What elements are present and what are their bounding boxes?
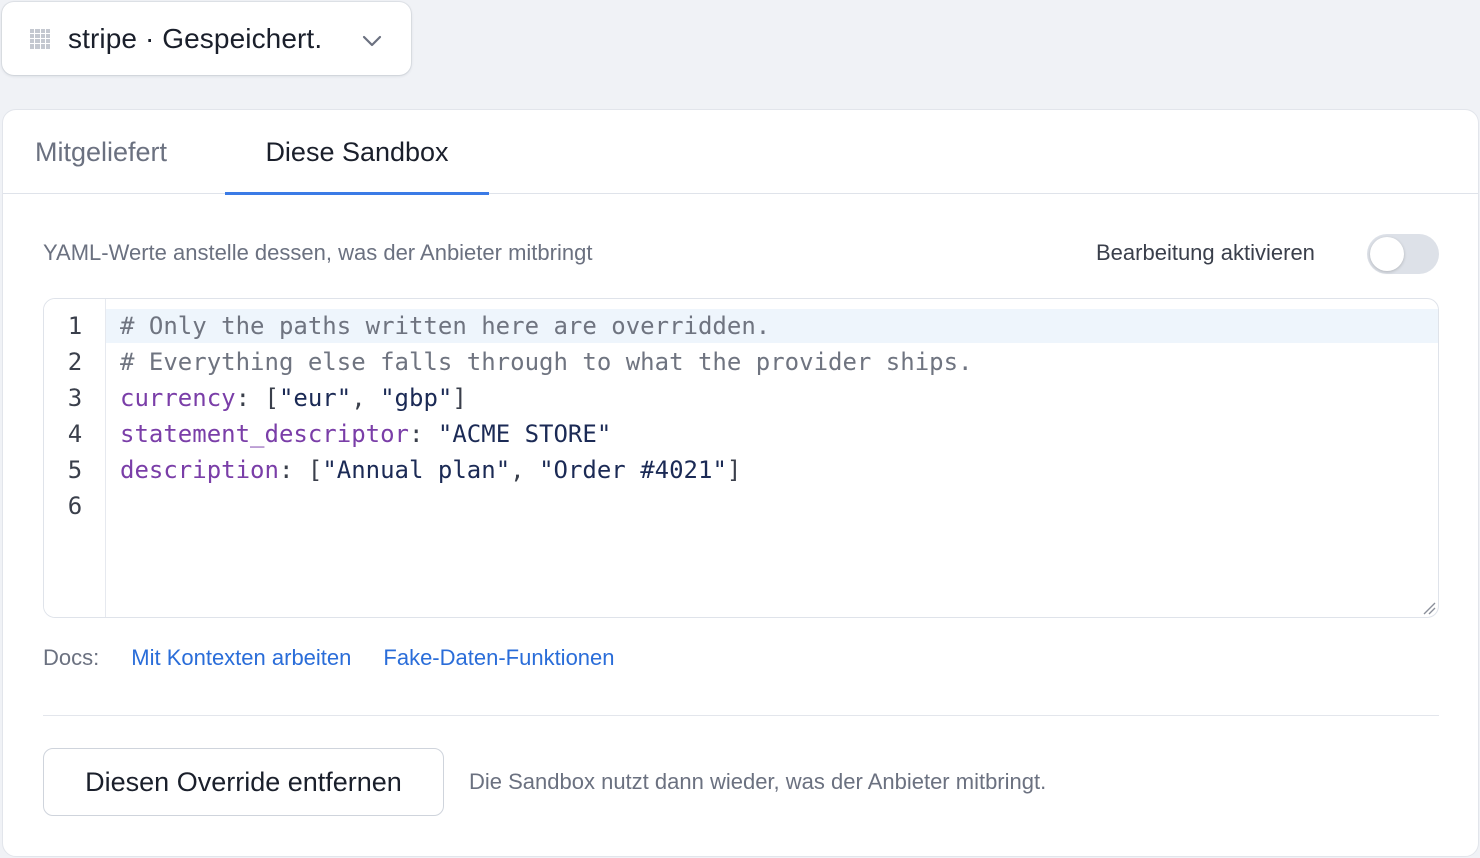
tab-bar: Mitgeliefert Diese Sandbox bbox=[3, 110, 1478, 195]
code-token-comment: # Only the paths written here are overri… bbox=[120, 312, 771, 340]
code-token-str: "gbp" bbox=[380, 384, 453, 412]
provider-selector[interactable]: stripe · Gespeichert. bbox=[2, 2, 411, 75]
divider bbox=[43, 715, 1439, 716]
chevron-down-icon bbox=[362, 35, 382, 47]
tab-bundled-label: Mitgeliefert bbox=[35, 136, 168, 167]
active-tab-indicator bbox=[225, 192, 489, 195]
doc-link-contexts[interactable]: Mit Kontexten arbeiten bbox=[131, 645, 351, 671]
code-token-str: "eur" bbox=[278, 384, 352, 412]
override-card: Mitgeliefert Diese Sandbox YAML-Werte an… bbox=[2, 109, 1479, 857]
code-line: # Only the paths written here are overri… bbox=[120, 308, 770, 344]
remove-override-hint: Die Sandbox nutzt dann wieder, was der A… bbox=[469, 769, 1047, 794]
code-token-punct: : bbox=[408, 420, 438, 448]
tab-this-sandbox[interactable]: Diese Sandbox bbox=[225, 110, 489, 195]
doc-link-fake-data[interactable]: Fake-Daten-Funktionen bbox=[383, 645, 614, 671]
code-token-punct: ] bbox=[726, 456, 742, 484]
line-number: 2 bbox=[67, 348, 83, 376]
line-number: 5 bbox=[67, 456, 83, 484]
code-token-punct: : [ bbox=[235, 384, 279, 412]
line-number: 1 bbox=[67, 312, 83, 340]
resize-handle-icon[interactable] bbox=[1420, 599, 1436, 615]
code-line: # Everything else falls through to what … bbox=[120, 344, 973, 380]
line-number: 3 bbox=[67, 384, 83, 412]
code-token-str: "Annual plan" bbox=[322, 456, 511, 484]
code-token-punct: , bbox=[510, 456, 540, 484]
code-token-comment: # Everything else falls through to what … bbox=[120, 348, 973, 376]
grid-icon bbox=[30, 28, 50, 49]
code-line: currency: ["eur", "gbp"] bbox=[120, 380, 467, 416]
provider-selector-label: stripe · Gespeichert. bbox=[68, 22, 323, 54]
tab-bundled[interactable]: Mitgeliefert bbox=[35, 110, 167, 194]
code-token-str: "Order #4021" bbox=[539, 456, 727, 484]
edit-toggle[interactable] bbox=[1367, 234, 1439, 274]
edit-toggle-label: Bearbeitung aktivieren bbox=[1096, 240, 1315, 265]
toggle-knob bbox=[1370, 237, 1404, 271]
code-token-key: currency bbox=[120, 384, 236, 412]
code-token-punct: : [ bbox=[278, 456, 323, 484]
code-token-key: description bbox=[120, 456, 279, 484]
code-token-punct: ] bbox=[452, 384, 467, 412]
remove-override-button[interactable]: Diesen Override entfernen bbox=[43, 748, 444, 816]
line-number-gutter: 1 2 3 4 5 6 bbox=[44, 299, 106, 617]
docs-label: Docs: bbox=[43, 645, 100, 670]
yaml-editor[interactable]: 1 2 3 4 5 6 # Only the paths written here are… bbox=[43, 298, 1439, 618]
code-token-key: statement_descriptor bbox=[120, 420, 409, 448]
override-description: YAML-Werte anstelle dessen, was der Anbi… bbox=[43, 240, 593, 265]
code-line: description: ["Annual plan", "Order #402… bbox=[120, 452, 741, 488]
line-number: 6 bbox=[67, 492, 83, 520]
docs-links: Docs: Mit Kontexten arbeiten Fake-Daten-… bbox=[43, 645, 647, 671]
code-line: statement_descriptor: "ACME STORE" bbox=[120, 416, 611, 452]
code-token-punct: , bbox=[351, 384, 381, 412]
code-token-str: "ACME STORE" bbox=[437, 420, 612, 448]
tab-this-sandbox-label: Diese Sandbox bbox=[265, 136, 449, 167]
line-number: 4 bbox=[67, 420, 83, 448]
